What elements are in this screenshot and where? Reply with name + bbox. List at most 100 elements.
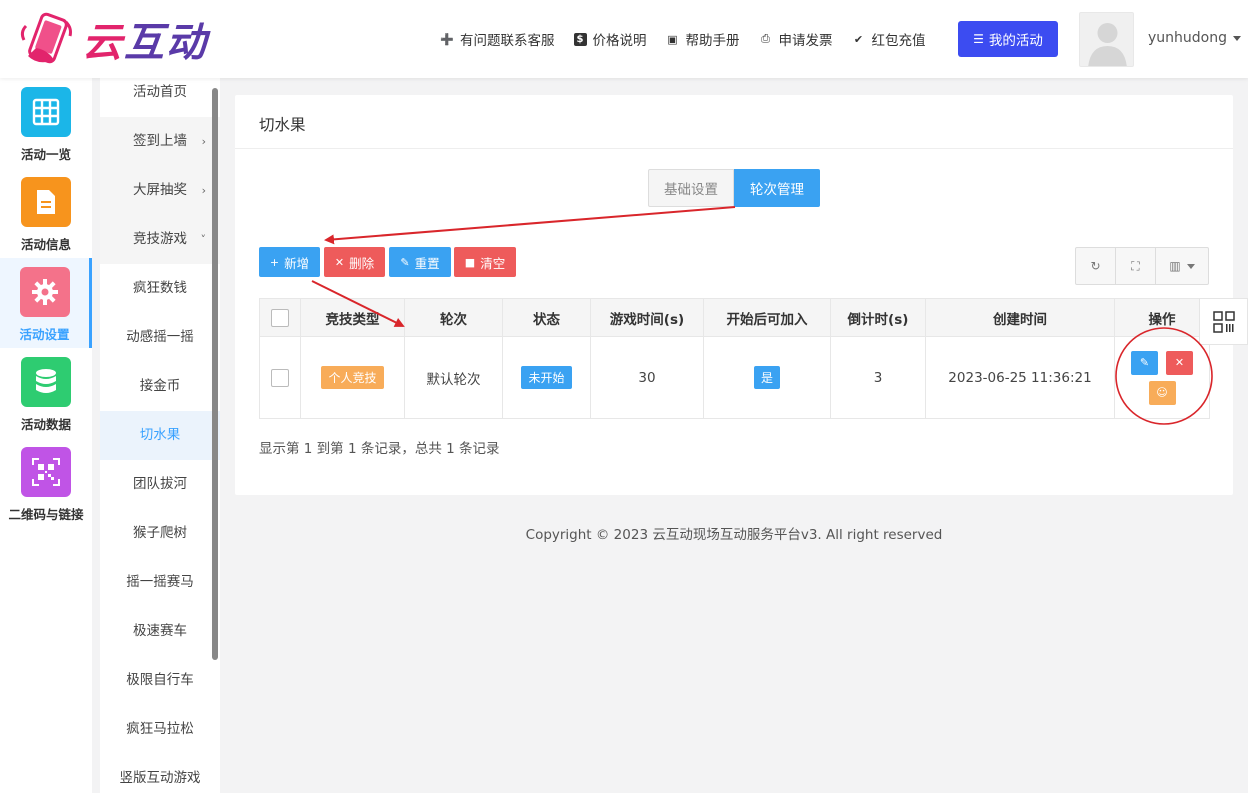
trash-icon: ■ <box>464 255 476 269</box>
select-all-checkbox[interactable] <box>271 308 289 327</box>
caret-down-icon <box>1233 35 1241 41</box>
column-header[interactable]: 轮次 <box>404 298 503 337</box>
caret-down-icon <box>1186 263 1195 269</box>
submenu-label: 极速赛车 <box>133 623 187 639</box>
submenu-item-vertical-games[interactable]: 竖版互动游戏 <box>100 754 220 793</box>
module-label: 活动信息 <box>20 237 71 252</box>
submenu-item-horse-race[interactable]: 摇一摇赛马 <box>100 558 220 607</box>
brand-logo[interactable]: 云互动 <box>18 10 208 68</box>
submenu-item-crazy-marathon[interactable]: 疯狂马拉松 <box>100 705 220 754</box>
user-menu[interactable]: yunhudong <box>1148 30 1241 46</box>
submenu-label: 活动首页 <box>133 84 187 100</box>
printer-icon: ⎙ <box>761 32 770 45</box>
top-header: 云互动 ➕ 有问题联系客服 $ 价格说明 ▣ 帮助手册 ⎙ 申请发票 ✔ 红包充值 ☰ 我的… <box>0 0 1248 78</box>
submenu-item-crazy-money[interactable]: 疯狂数钱 <box>100 264 220 313</box>
content-card: 切水果 基础设置 轮次管理 + 新增 ✕ 删除 ✎ 重置 ■ 清空 ↻ ⛶ ▥ 竞技类型… <box>235 95 1233 495</box>
list-icon: ☰ <box>973 32 984 46</box>
submenu-item-shake[interactable]: 动感摇一摇 <box>100 313 220 362</box>
delete-button[interactable]: ✕ 删除 <box>324 247 385 277</box>
module-activity-list[interactable]: 活动一览 <box>0 78 92 168</box>
add-button[interactable]: + 新增 <box>259 247 320 277</box>
module-label: 活动一览 <box>20 147 71 162</box>
submenu-label: 极限自行车 <box>126 672 194 688</box>
column-header[interactable]: 竞技类型 <box>300 298 405 337</box>
columns-icon: ▥ <box>1169 259 1181 273</box>
module-activity-data[interactable]: 活动数据 <box>0 348 92 438</box>
edit-button[interactable]: ✎ <box>1131 350 1158 375</box>
table-row[interactable]: 个人竞技 默认轮次 未开始 30 是 3 2023-06-25 11:36:21… <box>259 336 1210 419</box>
actions-cell: ✎ ✕ ☺ <box>1114 336 1210 419</box>
refresh-button[interactable]: ↻ <box>1076 248 1116 284</box>
grid-icon <box>21 87 71 137</box>
module-label: 二维码与链接 <box>8 507 84 522</box>
column-header: 操作 <box>1114 298 1210 337</box>
nav-help[interactable]: ▣ 帮助手册 <box>666 29 739 50</box>
copyright: Copyright © 2023 云互动现场互动服务平台v3. All righ… <box>525 527 943 543</box>
select-all-cell <box>259 298 301 337</box>
submenu-item-extreme-bike[interactable]: 极限自行车 <box>100 656 220 705</box>
submenu-item-fruit-ninja[interactable]: 切水果 <box>100 411 220 460</box>
module-activity-settings[interactable]: 活动设置 <box>0 258 92 348</box>
logo-text-1: 云 <box>82 19 124 66</box>
refresh-icon: ↻ <box>1090 259 1101 273</box>
columns-button[interactable]: ▥ <box>1156 248 1208 284</box>
nav-label: 价格说明 <box>592 33 647 49</box>
pagination-info: 显示第 1 到第 1 条记录，总共 1 条记录 <box>259 441 500 457</box>
tab-basic-settings[interactable]: 基础设置 <box>648 169 734 207</box>
submenu-item-screen-lottery[interactable]: 大屏抽奖 › <box>100 166 220 215</box>
submenu-item-tug-of-war[interactable]: 团队拔河 <box>100 460 220 509</box>
submenu-label: 竖版互动游戏 <box>119 770 201 786</box>
divider <box>235 148 1233 149</box>
eraser-icon: ✎ <box>400 255 410 269</box>
submenu-item-home[interactable]: 活动首页 <box>100 78 220 117</box>
submenu-label: 团队拔河 <box>133 476 187 492</box>
players-button[interactable]: ☺ <box>1148 380 1176 405</box>
column-header[interactable]: 状态 <box>502 298 591 337</box>
column-header[interactable]: 游戏时间(s) <box>590 298 704 337</box>
submenu-label: 大屏抽奖 <box>133 182 187 198</box>
submenu-label: 摇一摇赛马 <box>126 574 194 590</box>
nav-customer-service[interactable]: ➕ 有问题联系客服 <box>440 29 554 50</box>
module-label: 活动数据 <box>20 417 71 432</box>
chevron-down-icon: ˅ <box>200 233 207 246</box>
reset-label: 重置 <box>414 255 440 271</box>
submenu-label: 接金币 <box>139 378 181 394</box>
module-label: 活动设置 <box>19 327 70 342</box>
nav-label: 申请发票 <box>778 33 833 49</box>
clear-button[interactable]: ■ 清空 <box>454 247 516 277</box>
module-activity-info[interactable]: 活动信息 <box>0 168 92 258</box>
column-header[interactable]: 开始后可加入 <box>703 298 831 337</box>
submenu-item-catch-coins[interactable]: 接金币 <box>100 362 220 411</box>
row-checkbox[interactable] <box>271 368 289 387</box>
username-text: yunhudong <box>1148 30 1227 46</box>
close-icon: ✕ <box>334 255 345 269</box>
nav-recharge[interactable]: ✔ 红包充值 <box>852 29 926 50</box>
tab-round-management[interactable]: 轮次管理 <box>734 169 820 207</box>
avatar[interactable] <box>1079 12 1134 67</box>
module-qrcode-link[interactable]: 二维码与链接 <box>0 438 92 528</box>
column-header[interactable]: 倒计时(s) <box>830 298 926 337</box>
status-badge: 未开始 <box>521 366 572 389</box>
delete-row-button[interactable]: ✕ <box>1166 350 1193 375</box>
book-icon: ▣ <box>667 32 678 46</box>
submenu-item-monkey-climb[interactable]: 猴子爬树 <box>100 509 220 558</box>
join-badge: 是 <box>753 366 780 389</box>
submenu-label: 切水果 <box>139 427 181 443</box>
page-title: 切水果 <box>259 116 306 134</box>
submenu-scrollbar[interactable] <box>212 88 218 660</box>
qrcode-float-button[interactable] <box>1199 298 1248 345</box>
submenu-item-speed-racing[interactable]: 极速赛车 <box>100 607 220 656</box>
delete-label: 删除 <box>349 255 375 271</box>
column-header[interactable]: 创建时间 <box>925 298 1115 337</box>
user-icon: ☺ <box>1156 386 1168 399</box>
submenu-label: 签到上墙 <box>133 133 187 149</box>
nav-invoice[interactable]: ⎙ 申请发票 <box>759 29 833 49</box>
submenu-item-signin-wall[interactable]: 签到上墙 › <box>100 117 220 166</box>
my-activity-button[interactable]: ☰ 我的活动 <box>958 21 1058 57</box>
nav-pricing[interactable]: $ 价格说明 <box>573 29 647 49</box>
type-cell: 个人竞技 <box>300 336 405 419</box>
submenu-item-competitive-games[interactable]: 竞技游戏 ˅ <box>100 215 220 264</box>
reset-button[interactable]: ✎ 重置 <box>389 247 451 277</box>
nav-label: 红包充值 <box>871 33 926 49</box>
fullscreen-button[interactable]: ⛶ <box>1116 248 1156 284</box>
